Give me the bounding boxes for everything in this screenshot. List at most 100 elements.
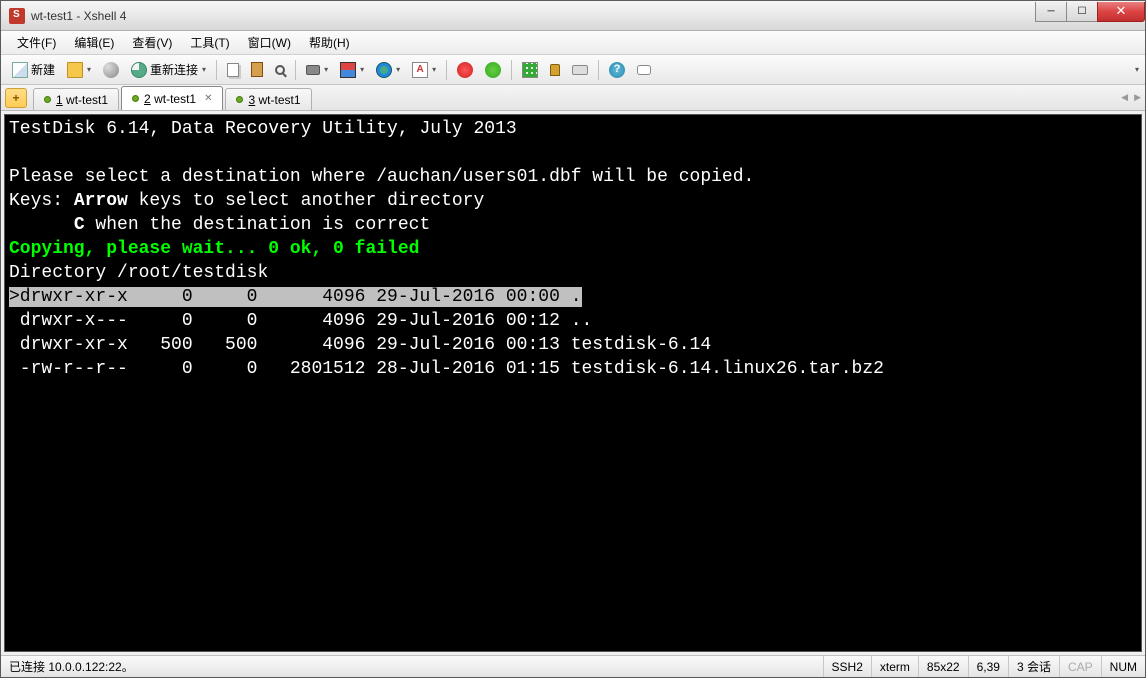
menu-tools[interactable]: 工具(T) [182, 31, 237, 54]
titlebar: wt-test1 - Xshell 4 ─ ☐ ✕ [1, 1, 1145, 31]
tab-nav: ◀ ▶ [1121, 85, 1141, 110]
term-line: C when the destination is correct [9, 215, 430, 235]
link-icon [103, 62, 119, 78]
dir-row-selected[interactable]: >drwxr-xr-x 0 0 4096 29-Jul-2016 00:00 . [9, 287, 582, 307]
find-button[interactable] [270, 59, 290, 81]
properties-icon [340, 62, 356, 78]
tab-2[interactable]: 2 wt-test1 ✕ [121, 86, 223, 110]
terminal[interactable]: TestDisk 6.14, Data Recovery Utility, Ju… [4, 114, 1142, 652]
status-dot-icon [44, 96, 51, 103]
toolbar-overflow[interactable]: ▾ [1135, 65, 1139, 74]
print-button[interactable]: ▾ [301, 59, 333, 81]
term-line: TestDisk 6.14, Data Recovery Utility, Ju… [9, 119, 517, 139]
open-button[interactable]: ▾ [62, 59, 96, 81]
chat-icon [637, 65, 651, 75]
print-icon [306, 65, 320, 75]
close-tab-icon[interactable]: ✕ [204, 93, 212, 104]
status-connection: 已连接 10.0.0.122:22。 [1, 656, 824, 677]
menu-window[interactable]: 窗口(W) [240, 31, 299, 54]
tab-label: wt-test1 [63, 93, 108, 107]
keyboard-button[interactable] [567, 59, 593, 81]
statusbar: 已连接 10.0.0.122:22。 SSH2 xterm 85x22 6,39… [1, 655, 1145, 677]
search-icon [275, 65, 285, 75]
copy-button[interactable] [222, 59, 244, 81]
application-window: wt-test1 - Xshell 4 ─ ☐ ✕ 文件(F) 编辑(E) 查看… [0, 0, 1146, 678]
reconnect-button[interactable]: 重新连接 ▾ [126, 59, 211, 81]
status-capslock: CAP [1060, 656, 1102, 677]
chevron-down-icon: ▾ [432, 65, 436, 74]
tab-number: 1 [56, 93, 63, 107]
status-protocol: SSH2 [824, 656, 872, 677]
menu-view[interactable]: 查看(V) [124, 31, 180, 54]
term-status-line: Copying, please wait... 0 ok, 0 failed [9, 239, 419, 259]
new-file-icon [12, 62, 28, 78]
separator [446, 60, 447, 80]
menu-edit[interactable]: 编辑(E) [66, 31, 122, 54]
dir-row[interactable]: drwxr-x--- 0 0 4096 29-Jul-2016 00:12 .. [9, 311, 592, 331]
chevron-down-icon: ▾ [396, 65, 400, 74]
play-button[interactable] [480, 59, 506, 81]
new-button[interactable]: 新建 [7, 59, 60, 81]
status-dot-icon [236, 96, 243, 103]
separator [216, 60, 217, 80]
connect-button[interactable] [98, 59, 124, 81]
menu-help[interactable]: 帮助(H) [301, 31, 358, 54]
grid-icon [522, 62, 538, 78]
maximize-button[interactable]: ☐ [1066, 2, 1098, 22]
chevron-down-icon: ▾ [360, 65, 364, 74]
status-term-type: xterm [872, 656, 919, 677]
globe-icon [376, 62, 392, 78]
record-button[interactable] [452, 59, 478, 81]
menubar: 文件(F) 编辑(E) 查看(V) 工具(T) 窗口(W) 帮助(H) [1, 31, 1145, 55]
copy-icon [227, 63, 239, 77]
tab-next[interactable]: ▶ [1134, 92, 1141, 103]
term-line: Please select a destination where /aucha… [9, 167, 754, 187]
separator [295, 60, 296, 80]
dir-row[interactable]: drwxr-xr-x 500 500 4096 29-Jul-2016 00:1… [9, 335, 711, 355]
folder-icon [67, 62, 83, 78]
term-line: Directory /root/testdisk [9, 263, 268, 283]
tile-button[interactable] [517, 59, 543, 81]
tab-number: 2 [144, 92, 151, 106]
new-label: 新建 [31, 61, 55, 78]
font-icon [412, 62, 428, 78]
tab-prev[interactable]: ◀ [1121, 92, 1128, 103]
tab-3[interactable]: 3 wt-test1 [225, 88, 311, 110]
properties-button[interactable]: ▾ [335, 59, 369, 81]
window-controls: ─ ☐ ✕ [1036, 2, 1145, 22]
paste-button[interactable] [246, 59, 268, 81]
lock-button[interactable] [545, 59, 565, 81]
tab-label: wt-test1 [151, 92, 196, 106]
toolbar: 新建 ▾ 重新连接 ▾ ▾ ▾ ▾ ▾ ▾ [1, 55, 1145, 85]
dir-row[interactable]: -rw-r--r-- 0 0 2801512 28-Jul-2016 01:15… [9, 359, 884, 379]
chevron-down-icon: ▾ [324, 65, 328, 74]
minimize-button[interactable]: ─ [1035, 2, 1067, 22]
chevron-down-icon: ▾ [202, 65, 206, 74]
status-numlock: NUM [1102, 656, 1145, 677]
lock-icon [550, 64, 560, 76]
keyboard-icon [572, 65, 588, 75]
status-size: 85x22 [919, 656, 969, 677]
help-icon [609, 62, 625, 78]
tab-label: wt-test1 [255, 93, 300, 107]
font-button[interactable]: ▾ [407, 59, 441, 81]
language-button[interactable]: ▾ [371, 59, 405, 81]
tab-1[interactable]: 1 wt-test1 [33, 88, 119, 110]
app-icon [9, 8, 25, 24]
feedback-button[interactable] [632, 59, 656, 81]
reconnect-label: 重新连接 [150, 61, 198, 78]
help-button[interactable] [604, 59, 630, 81]
play-icon [485, 62, 501, 78]
tabbar: + 1 wt-test1 2 wt-test1 ✕ 3 wt-test1 ◀ ▶ [1, 85, 1145, 111]
window-title: wt-test1 - Xshell 4 [31, 9, 1036, 23]
status-cursor: 6,39 [969, 656, 1009, 677]
chevron-down-icon: ▾ [87, 65, 91, 74]
reconnect-icon [131, 62, 147, 78]
term-line: Keys: Arrow keys to select another direc… [9, 191, 484, 211]
record-icon [457, 62, 473, 78]
menu-file[interactable]: 文件(F) [9, 31, 64, 54]
paste-icon [251, 62, 263, 77]
new-tab-button[interactable]: + [5, 88, 27, 108]
status-dot-icon [132, 95, 139, 102]
close-button[interactable]: ✕ [1097, 2, 1145, 22]
